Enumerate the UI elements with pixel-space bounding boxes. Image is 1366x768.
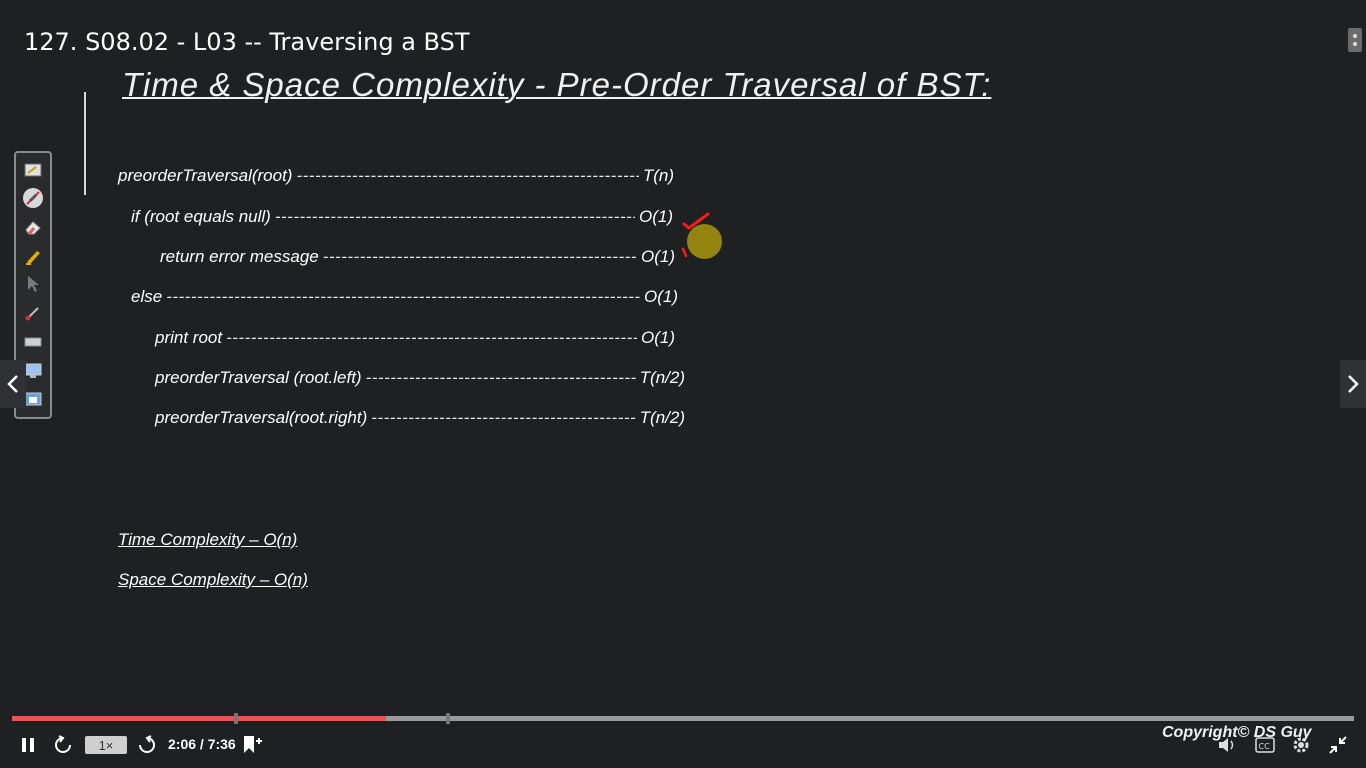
- brush-icon[interactable]: [22, 302, 44, 324]
- bookmark-marker[interactable]: [234, 713, 238, 724]
- code-cost: O(1): [641, 247, 675, 266]
- chevron-left-icon: [7, 375, 18, 393]
- chevron-right-icon: [1348, 375, 1359, 393]
- rewind-icon: [55, 735, 71, 753]
- slide-title: Time & Space Complexity - Pre-Order Trav…: [122, 66, 992, 103]
- captions-button[interactable]: CC: [1254, 733, 1276, 757]
- volume-icon: [1219, 738, 1234, 752]
- exit-fullscreen-icon: [1329, 736, 1347, 754]
- code-line: print root -----------------------------…: [155, 328, 675, 347]
- code-cost: T(n): [642, 166, 674, 185]
- pause-button[interactable]: [18, 733, 38, 757]
- sidebar-toggle-icon[interactable]: [1348, 28, 1362, 52]
- eraser-icon[interactable]: [22, 216, 44, 238]
- code-text: preorderTraversal(root): [118, 166, 293, 185]
- cursor-icon[interactable]: [22, 273, 44, 295]
- exit-fullscreen-button[interactable]: [1326, 733, 1350, 757]
- add-bookmark-button[interactable]: [240, 733, 264, 757]
- highlighter-icon[interactable]: [22, 245, 44, 267]
- progress-played: [12, 716, 386, 721]
- time-display: 2:06 / 7:36: [168, 736, 236, 752]
- code-cost: O(1): [644, 287, 678, 306]
- code-text: if (root equals null): [131, 207, 271, 226]
- bookmark-add-icon: [244, 736, 262, 753]
- video-title: 127. S08.02 - L03 -- Traversing a BST: [24, 28, 470, 56]
- code-text: preorderTraversal (root.left): [155, 368, 362, 387]
- forward-icon: [139, 735, 155, 753]
- pen-disabled-icon[interactable]: [22, 187, 44, 209]
- code-text: print root: [155, 328, 223, 347]
- space-complexity-label: Space Complexity – O(n): [118, 570, 308, 589]
- code-line: preorderTraversal(root.right) ----------…: [155, 408, 685, 427]
- settings-button[interactable]: [1290, 733, 1312, 757]
- code-text: else: [131, 287, 163, 306]
- code-cost: O(1): [641, 328, 675, 347]
- code-line: preorderTraversal (root.left) ----------…: [155, 368, 685, 387]
- gear-icon: [1293, 737, 1309, 753]
- slide-divider: [84, 92, 86, 195]
- code-line: if (root equals null) ------------------…: [131, 207, 673, 226]
- code-line: else -----------------------------------…: [131, 287, 678, 306]
- pause-icon: [22, 738, 34, 752]
- laser-pointer: [687, 224, 722, 259]
- code-line: return error message -------------------…: [160, 247, 675, 266]
- forward-button[interactable]: [136, 733, 158, 757]
- svg-text:CC: CC: [1259, 742, 1271, 751]
- code-cost: O(1): [639, 207, 673, 226]
- code-text: return error message: [160, 247, 319, 266]
- bookmark-marker[interactable]: [446, 713, 450, 724]
- cc-icon: CC: [1255, 737, 1275, 753]
- playback-speed-button[interactable]: 1×: [85, 736, 127, 754]
- rewind-button[interactable]: [52, 733, 74, 757]
- time-complexity-label: Time Complexity – O(n): [118, 530, 298, 549]
- whiteboard-icon[interactable]: [22, 159, 44, 181]
- code-cost: T(n/2): [639, 408, 685, 427]
- code-cost: T(n/2): [639, 368, 685, 387]
- volume-button[interactable]: [1216, 733, 1240, 757]
- previous-lecture-button[interactable]: [0, 360, 26, 408]
- next-lecture-button[interactable]: [1340, 360, 1366, 408]
- code-text: preorderTraversal(root.right): [155, 408, 368, 427]
- keyboard-icon[interactable]: [22, 331, 44, 353]
- code-line: preorderTraversal(root) ----------------…: [118, 166, 674, 185]
